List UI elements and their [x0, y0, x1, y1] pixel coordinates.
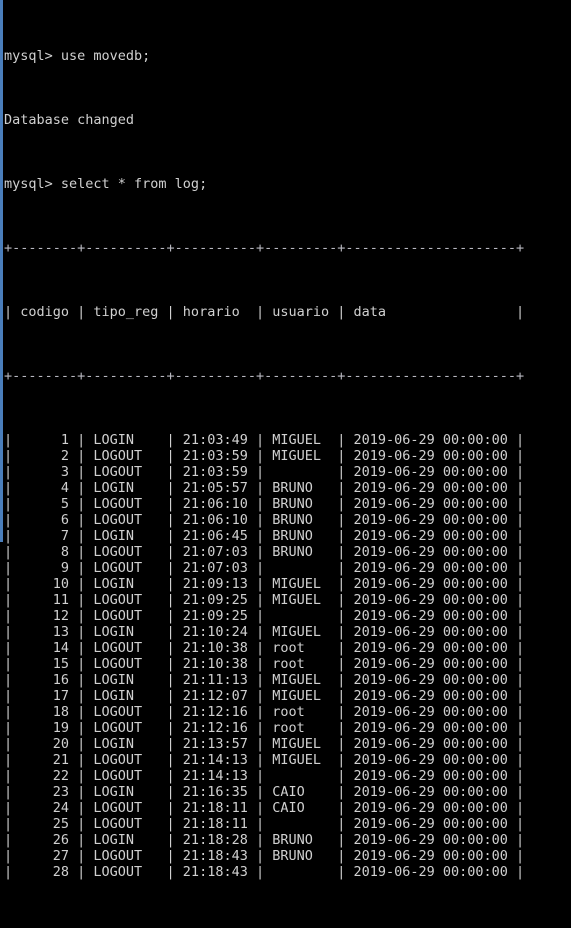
table-row: | 27 | LOGOUT | 21:18:43 | BRUNO | 2019-…	[4, 848, 525, 864]
table-row: | 19 | LOGOUT | 21:12:16 | root | 2019-0…	[4, 720, 525, 736]
command-line-use-db: mysql> use movedb;	[4, 48, 151, 64]
table-row: | 12 | LOGOUT | 21:09:25 | | 2019-06-29 …	[4, 608, 525, 624]
command-line-select: mysql> select * from log;	[4, 176, 208, 192]
table-row: | 5 | LOGOUT | 21:06:10 | BRUNO | 2019-0…	[4, 496, 525, 512]
terminal-window: mysql> use movedb; Database changed mysq…	[0, 0, 571, 880]
table-row: | 28 | LOGOUT | 21:18:43 | | 2019-06-29 …	[4, 864, 525, 880]
table-row: | 2 | LOGOUT | 21:03:59 | MIGUEL | 2019-…	[4, 448, 525, 464]
table-row: | 25 | LOGOUT | 21:18:11 | | 2019-06-29 …	[4, 816, 525, 832]
terminal-output[interactable]: mysql> use movedb; Database changed mysq…	[4, 0, 571, 880]
table-row: | 13 | LOGIN | 21:10:24 | MIGUEL | 2019-…	[4, 624, 525, 640]
table-row: | 23 | LOGIN | 21:16:35 | CAIO | 2019-06…	[4, 784, 525, 800]
table-row: | 22 | LOGOUT | 21:14:13 | | 2019-06-29 …	[4, 768, 525, 784]
table-row: | 14 | LOGOUT | 21:10:38 | root | 2019-0…	[4, 640, 525, 656]
table-row: | 4 | LOGIN | 21:05:57 | BRUNO | 2019-06…	[4, 480, 525, 496]
table-row: | 1 | LOGIN | 21:03:49 | MIGUEL | 2019-0…	[4, 432, 525, 448]
table-row: | 26 | LOGIN | 21:18:28 | BRUNO | 2019-0…	[4, 832, 525, 848]
table-body: | 1 | LOGIN | 21:03:49 | MIGUEL | 2019-0…	[4, 432, 571, 880]
table-row: | 10 | LOGIN | 21:09:13 | MIGUEL | 2019-…	[4, 576, 525, 592]
table-header-row: | codigo | tipo_reg | horario | usuario …	[4, 304, 525, 320]
table-rule-top: +--------+----------+----------+--------…	[4, 240, 525, 256]
table-row: | 18 | LOGOUT | 21:12:16 | root | 2019-0…	[4, 704, 525, 720]
table-row: | 21 | LOGOUT | 21:14:13 | MIGUEL | 2019…	[4, 752, 525, 768]
terminal-scrollbar[interactable]	[0, 0, 3, 542]
table-row: | 24 | LOGOUT | 21:18:11 | CAIO | 2019-0…	[4, 800, 525, 816]
response-database-changed: Database changed	[4, 112, 135, 128]
table-row: | 20 | LOGIN | 21:13:57 | MIGUEL | 2019-…	[4, 736, 525, 752]
table-row: | 11 | LOGOUT | 21:09:25 | MIGUEL | 2019…	[4, 592, 525, 608]
table-row: | 8 | LOGOUT | 21:07:03 | BRUNO | 2019-0…	[4, 544, 525, 560]
table-rule-header: +--------+----------+----------+--------…	[4, 368, 525, 384]
table-row: | 17 | LOGIN | 21:12:07 | MIGUEL | 2019-…	[4, 688, 525, 704]
table-row: | 16 | LOGIN | 21:11:13 | MIGUEL | 2019-…	[4, 672, 525, 688]
table-row: | 15 | LOGOUT | 21:10:38 | root | 2019-0…	[4, 656, 525, 672]
table-row: | 6 | LOGOUT | 21:06:10 | BRUNO | 2019-0…	[4, 512, 525, 528]
table-row: | 3 | LOGOUT | 21:03:59 | | 2019-06-29 0…	[4, 464, 525, 480]
table-row: | 9 | LOGOUT | 21:07:03 | | 2019-06-29 0…	[4, 560, 525, 576]
